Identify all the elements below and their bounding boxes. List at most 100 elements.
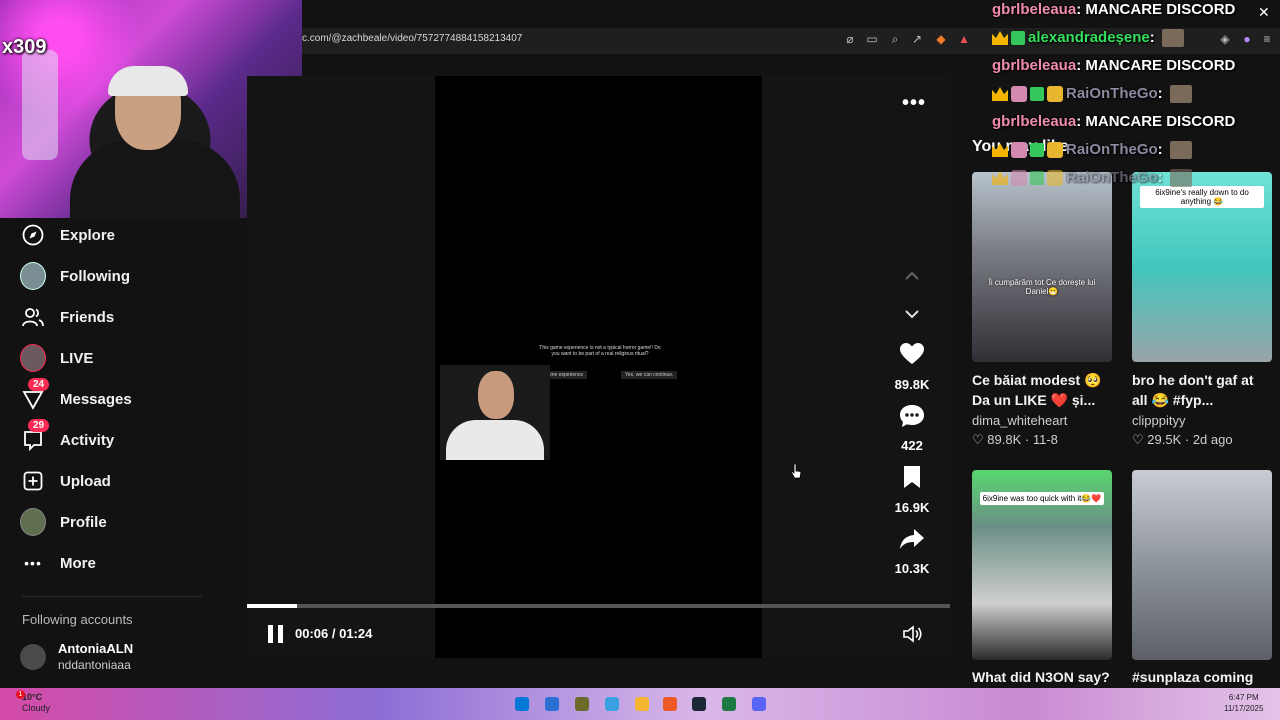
bookmark-icon[interactable] xyxy=(898,463,926,491)
streamer-shirt xyxy=(70,140,240,218)
account-name[interactable]: AntoniaALN xyxy=(58,641,133,656)
rec-thumbnail[interactable]: Îi cumpărăm tot Ce dorește lui Daniel😁 xyxy=(972,172,1112,362)
address-bar[interactable]: c.com/@zachbeale/video/75727748841582134… xyxy=(302,33,522,44)
nav-label: Explore xyxy=(60,226,116,244)
emote-icon xyxy=(1161,29,1184,48)
facecam-head xyxy=(478,371,514,419)
nav-label: Messages xyxy=(60,390,132,408)
video-option-right: Yes, we can continue. xyxy=(621,371,678,379)
activity-icon: 29 xyxy=(20,419,50,453)
task-view-icon[interactable] xyxy=(545,697,559,711)
steam-icon[interactable] xyxy=(692,697,706,711)
chat-message: gbrlbeleaua: MANCARE DISCORD xyxy=(992,57,1236,74)
folder-icon[interactable] xyxy=(635,697,649,711)
system-clock[interactable]: 6:47 PM 11/17/2025 xyxy=(1224,692,1263,714)
wallet-icon[interactable]: ● xyxy=(1240,32,1254,46)
gift-badge-icon xyxy=(1030,143,1044,158)
rec-title[interactable]: bro he don't gaf at all 😂 #fyp... xyxy=(1132,370,1272,410)
rec-thumbnail[interactable] xyxy=(1132,470,1272,660)
profile-avatar xyxy=(20,508,46,536)
rewards-icon[interactable]: ▲ xyxy=(957,32,971,46)
crown-badge-icon xyxy=(992,87,1008,102)
compass-icon xyxy=(20,222,46,248)
comment-icon[interactable] xyxy=(898,402,926,430)
rec-author[interactable]: dima_whiteheart xyxy=(972,413,1067,428)
account-avatar[interactable] xyxy=(20,644,46,670)
share-icon[interactable] xyxy=(898,525,926,553)
nav-more[interactable]: ••• More xyxy=(20,547,96,579)
brave-icon[interactable] xyxy=(663,697,677,711)
nav-messages[interactable]: 24 Messages xyxy=(20,378,132,415)
weather-condition: Cloudy xyxy=(22,703,51,713)
saves-count: 16.9K xyxy=(894,500,930,515)
emote-badge-icon xyxy=(1047,142,1063,159)
share-page-icon[interactable]: ↗ xyxy=(910,32,924,46)
more-options-icon[interactable]: ••• xyxy=(902,92,926,115)
more-icon: ••• xyxy=(24,555,42,571)
nav-explore[interactable]: Explore xyxy=(20,219,115,251)
chat-message: gbrlbeleaua: MANCARE DISCORD xyxy=(992,1,1236,18)
discord-icon[interactable] xyxy=(752,697,766,711)
nav-profile[interactable]: Profile xyxy=(20,506,107,538)
nav-divider xyxy=(22,596,202,597)
rec-thumbnail[interactable]: 6ix9ine was too quick with it😂❤️ xyxy=(972,470,1112,660)
rec-caption: 6ix9ine's really down to do anything 😂 xyxy=(1140,186,1264,208)
crown-badge-icon xyxy=(992,31,1008,46)
edge-icon[interactable] xyxy=(605,697,619,711)
rec-title[interactable]: Ce băiat modest 🥺 Da un LIKE ❤️ și... xyxy=(972,370,1122,410)
menu-icon[interactable]: ≡ xyxy=(1260,32,1274,46)
gift-badge-icon xyxy=(1030,171,1044,186)
progress-fill xyxy=(247,604,297,608)
windows-start-icon[interactable] xyxy=(515,697,529,711)
video-facecam xyxy=(440,365,550,460)
heart-icon[interactable] xyxy=(898,340,926,368)
nav-label: Upload xyxy=(60,472,111,490)
zoom-icon[interactable]: ⌕ xyxy=(888,32,902,46)
rec-stats: ♡ 29.5K · 2d ago xyxy=(1132,432,1233,447)
rec-caption: Îi cumpărăm tot Ce dorește lui Daniel😁 xyxy=(988,278,1096,296)
volume-icon[interactable] xyxy=(902,624,924,644)
following-accounts-heading: Following accounts xyxy=(22,612,133,627)
notification-badge: 1 xyxy=(16,690,25,699)
upload-icon xyxy=(20,468,46,494)
chevron-up-icon[interactable] xyxy=(898,262,926,290)
weather-widget[interactable]: 1 10°C Cloudy xyxy=(16,690,51,714)
chevron-down-icon[interactable] xyxy=(898,300,926,328)
nav-friends[interactable]: Friends xyxy=(20,301,114,333)
comments-count: 422 xyxy=(901,438,923,453)
nav-label: Activity xyxy=(60,431,115,449)
water-bottle xyxy=(22,50,58,160)
nav-label: LIVE xyxy=(60,349,94,367)
nav-live[interactable]: LIVE xyxy=(20,342,93,374)
chat-message: alexandradeșene: xyxy=(992,29,1184,48)
progress-track[interactable] xyxy=(247,604,950,608)
nav-activity[interactable]: 29 Activity xyxy=(20,419,115,456)
chat-message: RaiOnTheGo: xyxy=(992,141,1192,160)
following-avatar xyxy=(20,262,46,290)
vpn-icon[interactable]: ◈ xyxy=(1218,32,1232,46)
rec-title[interactable]: What did N3ON say? xyxy=(972,667,1122,687)
rec-stats: ♡ 89.8K · 11-8 xyxy=(972,432,1058,447)
live-avatar xyxy=(20,344,46,372)
nav-upload[interactable]: Upload xyxy=(20,465,111,497)
messages-badge: 24 xyxy=(28,378,50,391)
video-time: 00:06 / 01:24 xyxy=(295,626,373,641)
rec-title[interactable]: #sunplaza coming xyxy=(1132,667,1280,687)
avatar-badge-icon xyxy=(1011,142,1027,159)
screen-icon[interactable]: ▭ xyxy=(865,32,879,46)
nav-following[interactable]: Following xyxy=(20,260,130,292)
brave-shield-icon[interactable]: ◆ xyxy=(934,32,948,46)
emote-badge-icon xyxy=(1047,86,1063,103)
rec-author[interactable]: clipppityy xyxy=(1132,413,1185,428)
terminal-icon[interactable] xyxy=(722,697,736,711)
app-icon[interactable] xyxy=(575,697,589,711)
pause-icon[interactable] xyxy=(268,625,286,643)
emote-icon xyxy=(1169,169,1192,188)
close-icon[interactable]: ✕ xyxy=(1258,4,1270,21)
emote-badge-icon xyxy=(1047,170,1063,187)
rec-thumbnail[interactable]: 6ix9ine's really down to do anything 😂 xyxy=(1132,172,1272,362)
shares-count: 10.3K xyxy=(894,561,930,576)
reader-icon[interactable]: ⌀ xyxy=(843,32,857,46)
account-handle[interactable]: nddantoniaaa xyxy=(58,658,131,672)
emote-icon xyxy=(1169,85,1192,104)
